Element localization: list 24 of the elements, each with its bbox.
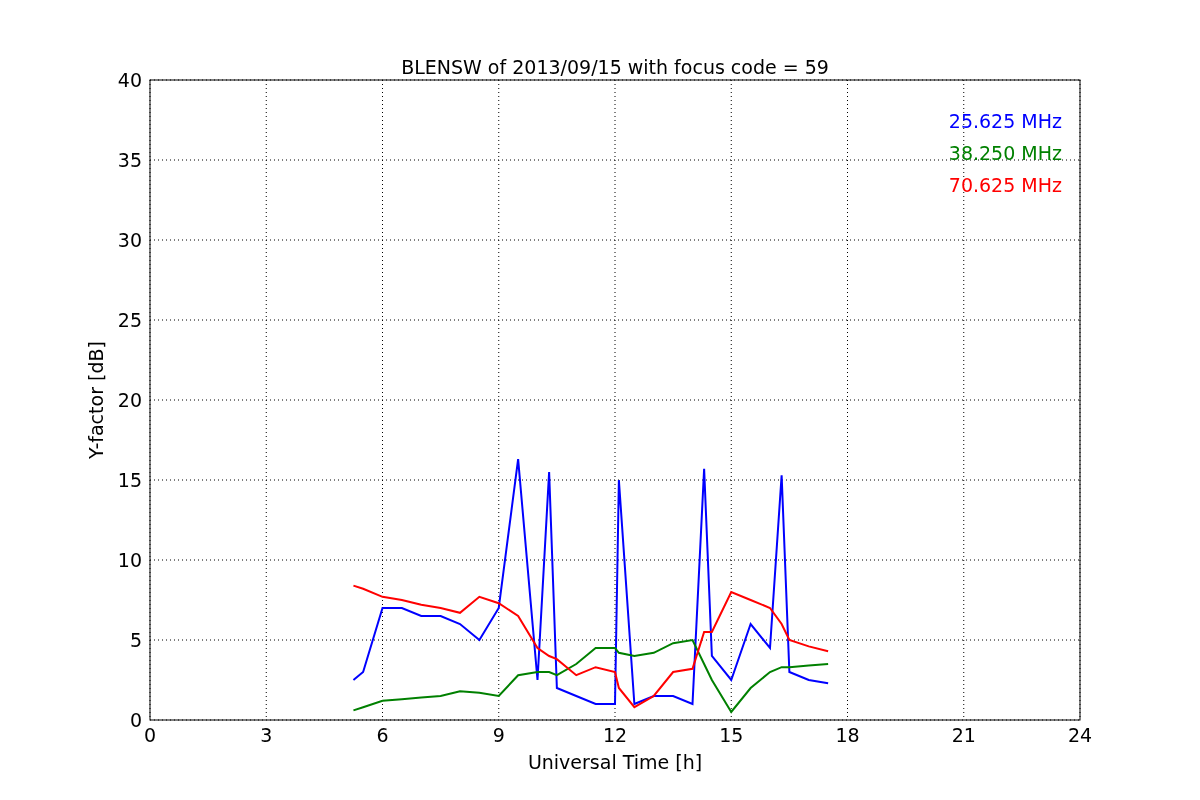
y-tick-label: 0 <box>129 709 142 731</box>
x-tick-label: 24 <box>1067 724 1093 746</box>
x-tick-label: 3 <box>260 724 273 746</box>
legend-label: 70.625 MHz <box>948 174 1062 196</box>
y-tick-label: 15 <box>117 469 142 491</box>
y-tick-label: 10 <box>117 549 142 571</box>
y-tick-label: 35 <box>117 149 142 171</box>
y-tick-label: 20 <box>117 389 142 411</box>
x-tick-label: 6 <box>376 724 389 746</box>
x-tick-label: 0 <box>143 724 157 746</box>
y-axis-label: Y-factor [dB] <box>85 341 107 459</box>
y-tick-label: 40 <box>117 69 142 91</box>
x-axis-label: Universal Time [h] <box>527 751 703 773</box>
x-tick-label: 9 <box>492 724 505 746</box>
x-tick-label: 15 <box>719 724 744 746</box>
y-tick-label: 25 <box>117 309 142 331</box>
y-tick-label: 5 <box>129 629 142 651</box>
x-tick-label: 12 <box>602 724 628 746</box>
y-tick-label: 30 <box>117 229 142 251</box>
x-tick-label: 18 <box>835 724 860 746</box>
x-tick-label: 21 <box>951 724 976 746</box>
chart-title: BLENSW of 2013/09/15 with focus code = 59 <box>401 56 829 78</box>
legend-label: 38.250 MHz <box>948 142 1062 164</box>
legend-label: 25.625 MHz <box>948 110 1062 132</box>
